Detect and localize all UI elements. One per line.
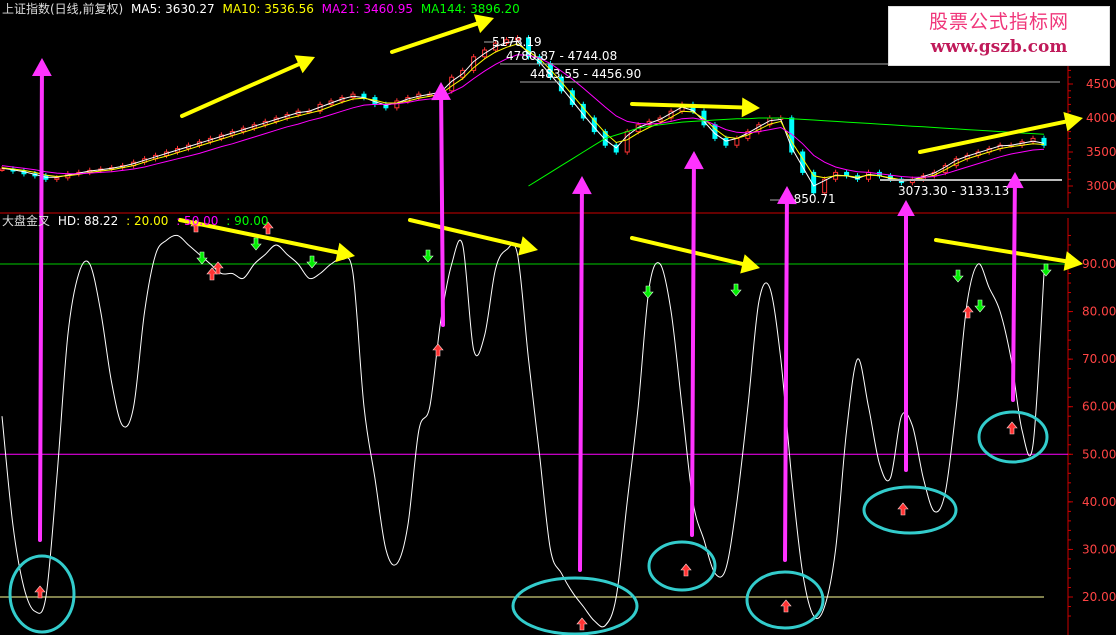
indicator-tick-label: 40.00 [1082, 495, 1116, 509]
price-annotation: 4483.55 - 4456.90 [530, 67, 641, 81]
candle-body [734, 137, 740, 146]
indicator-tick-label: 30.00 [1082, 542, 1116, 556]
price-tick-label: 3500 [1086, 145, 1116, 159]
trend-arrow-shaft [578, 191, 584, 572]
watermark-title: 股票公式指标网 [928, 11, 1069, 33]
ma144-value: MA144: 3896.20 [420, 2, 520, 16]
indicator-line-20: : 20.00 [126, 214, 169, 228]
watermark: 股票公式指标网 www.gszb.com [888, 6, 1110, 66]
trend-arrow-shaft [38, 73, 44, 542]
price-annotation: 3073.30 - 3133.13 [898, 184, 1009, 198]
indicator-tick-label: 60.00 [1082, 400, 1116, 414]
candle-body [449, 76, 455, 92]
price-annotation: 5178.19 [492, 35, 542, 49]
price-annotation: 4780.87 - 4744.08 [506, 49, 617, 63]
price-tick-label: 4000 [1086, 111, 1116, 125]
price-tick-label: 4500 [1086, 77, 1116, 91]
candle-body [54, 177, 60, 180]
price-tick-label: 3000 [1086, 179, 1116, 193]
indicator-header: 大盘金叉 HD: 88.22 : 20.00 : 50.00 : 90.00 [2, 214, 272, 228]
indicator-tick-label: 80.00 [1082, 305, 1116, 319]
trend-arrow-shaft [439, 97, 445, 327]
candle-body [723, 137, 729, 146]
candle-body [0, 168, 5, 171]
trend-arrow-shaft [1011, 185, 1017, 402]
ma21-value: MA21: 3460.95 [321, 2, 413, 16]
ma10-value: MA10: 3536.56 [222, 2, 314, 16]
indicator-hd: HD: 88.22 [57, 214, 119, 228]
chart-title: 上证指数(日线,前复权) [2, 2, 124, 16]
watermark-url: www.gszb.com [930, 37, 1068, 57]
indicator-tick-label: 90.00 [1082, 257, 1116, 271]
indicator-line-90: : 90.00 [226, 214, 269, 228]
trend-arrow-shaft [690, 166, 696, 537]
indicator-tick-label: 70.00 [1082, 352, 1116, 366]
indicator-tick-label: 20.00 [1082, 590, 1116, 604]
indicator-tick-label: 50.00 [1082, 447, 1116, 461]
price-header: 上证指数(日线,前复权) MA5: 3630.27 MA10: 3536.56 … [2, 2, 524, 16]
indicator-line-50: : 50.00 [176, 214, 219, 228]
trend-arrow-shaft [783, 201, 789, 562]
stock-chart: 3000 3500 4000 4500 5178.194780.87 - 4744.08… [0, 0, 1116, 635]
indicator-name: 大盘金叉 [2, 214, 51, 228]
ma5-value: MA5: 3630.27 [131, 2, 215, 16]
